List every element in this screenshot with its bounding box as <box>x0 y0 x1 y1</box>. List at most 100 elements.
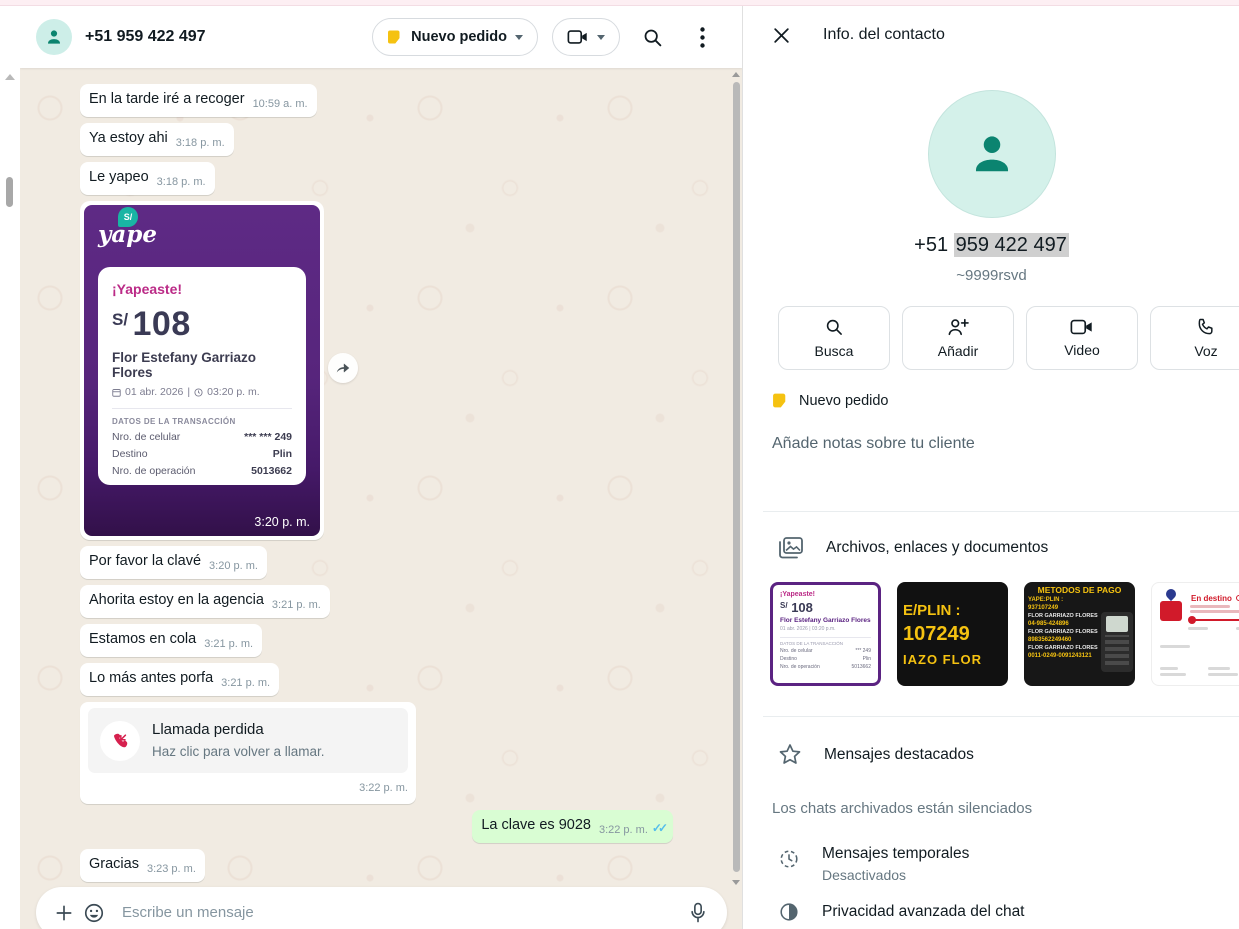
message-text: En la tarde iré a recoger <box>89 91 245 107</box>
divider <box>763 511 1239 512</box>
search-icon <box>824 317 844 337</box>
media-thumb-yape-receipt[interactable]: ¡Yapeaste! S/ 108 Flor Estefany Garriazo… <box>770 582 881 686</box>
message-time: 3:18 p. m. <box>157 176 206 188</box>
panel-title: Info. del contacto <box>823 26 945 44</box>
scroll-up-arrow[interactable] <box>5 74 15 80</box>
receipt-section-title: DATOS DE LA TRANSACCIÓN <box>112 417 292 426</box>
call-back-button[interactable]: Llamada perdida Haz clic para volver a l… <box>88 708 408 773</box>
message-bubble[interactable]: Ya estoy ahi 3:18 p. m. <box>80 123 234 156</box>
missed-call-message: Llamada perdida Haz clic para volver a l… <box>80 702 416 804</box>
add-contact-button[interactable]: Añadir <box>902 306 1014 370</box>
chat-header: +51 959 422 497 Nuevo pedido <box>20 6 742 68</box>
message-time: 3:21 p. m. <box>221 677 270 689</box>
video-camera-icon <box>1070 318 1094 336</box>
video-camera-icon <box>567 28 589 46</box>
message-composer <box>36 887 727 929</box>
divider <box>763 716 1239 717</box>
contact-avatar[interactable] <box>928 90 1056 218</box>
plus-icon <box>54 903 74 923</box>
chat-menu-button[interactable] <box>684 19 720 55</box>
contact-phone[interactable]: +51 959 422 497 <box>744 234 1239 257</box>
receipt-row: DestinoPlin <box>112 448 292 460</box>
message-bubble[interactable]: Lo más antes porfa 3:21 p. m. <box>80 663 279 696</box>
attach-button[interactable] <box>50 895 78 929</box>
customer-notes-field[interactable]: Añade notas sobre tu cliente <box>772 435 1239 453</box>
message-time: 3:22 p. m. <box>599 824 648 836</box>
message-bubble[interactable]: Por favor la clavé 3:20 p. m. <box>80 546 267 579</box>
voice-call-action-button[interactable]: Voz <box>1150 306 1239 370</box>
selected-text: 959 422 497 <box>954 233 1069 257</box>
location-pin-icon <box>1164 587 1178 601</box>
emoji-button[interactable] <box>78 895 110 929</box>
chevron-down-icon <box>597 35 605 40</box>
video-call-button[interactable] <box>552 18 620 56</box>
forward-message-button[interactable] <box>328 353 358 383</box>
clock-icon <box>194 388 203 397</box>
missed-call-title: Llamada perdida <box>152 720 325 739</box>
receipt-row: Nro. de celular*** *** 249 <box>112 431 292 443</box>
receipt-date: 01 abr. 2026| 03:20 p. m. <box>112 386 292 398</box>
media-thumb-payment-methods[interactable]: METODOS DE PAGO YAPE:PLIN : 937107249 FL… <box>1024 582 1135 686</box>
message-list: En la tarde iré a recoger 10:59 a. m. Ya … <box>20 68 735 888</box>
message-time: 3:22 p. m. <box>88 779 408 798</box>
voice-record-button[interactable] <box>683 895 713 929</box>
scroll-up-arrow[interactable] <box>732 72 740 77</box>
yape-receipt-image[interactable]: S/ yape ¡Yapeaste! S/ 108 Flor Estefany … <box>84 205 320 536</box>
label-icon <box>387 29 403 45</box>
receipt-row: Nro. de operación5013662 <box>112 465 292 477</box>
message-text: Gracias <box>89 856 139 872</box>
pos-terminal-graphic <box>1101 612 1133 672</box>
message-text: Le yapeo <box>89 169 149 185</box>
starred-messages-row[interactable]: Mensajes destacados <box>778 743 1239 766</box>
media-thumb-shipment-tracking[interactable]: En destino <box>1151 582 1239 686</box>
message-text: Ya estoy ahi <box>89 130 168 146</box>
forward-icon <box>335 361 351 375</box>
message-time: 3:18 p. m. <box>176 137 225 149</box>
message-bubble[interactable]: Ahorita estoy en la agencia 3:21 p. m. <box>80 585 330 618</box>
message-time: 3:23 p. m. <box>147 863 196 875</box>
search-in-chat-button[interactable] <box>634 19 670 55</box>
disappearing-messages-row[interactable]: Mensajes temporales Desactivados <box>778 845 1239 883</box>
chat-title[interactable]: +51 959 422 497 <box>85 28 206 46</box>
message-bubble[interactable]: Le yapeo 3:18 p. m. <box>80 162 215 195</box>
image-message[interactable]: S/ yape ¡Yapeaste! S/ 108 Flor Estefany … <box>80 201 324 540</box>
close-icon <box>772 26 791 45</box>
search-action-button[interactable]: Busca <box>778 306 890 370</box>
emoji-icon <box>83 902 105 924</box>
chat-list-scrollbar[interactable] <box>0 6 20 929</box>
avatar[interactable] <box>36 19 72 55</box>
scroll-down-arrow[interactable] <box>732 880 740 885</box>
order-label-row[interactable]: Nuevo pedido <box>772 392 1239 409</box>
message-bubble[interactable]: Estamos en cola3:21 p. m. <box>80 624 262 657</box>
message-bubble[interactable]: En la tarde iré a recoger 10:59 a. m. <box>80 84 317 117</box>
message-time: 3:20 p. m. <box>209 560 258 572</box>
receipt-greeting: ¡Yapeaste! <box>112 281 292 297</box>
close-panel-button[interactable] <box>769 17 793 53</box>
package-icon <box>1160 601 1182 621</box>
scrollbar-thumb[interactable] <box>733 82 740 872</box>
person-add-icon <box>946 317 970 337</box>
outgoing-message-bubble[interactable]: La clave es 90283:22 p. m.✓✓ <box>472 810 673 843</box>
chat-panel: +51 959 422 497 Nuevo pedido <box>20 6 743 929</box>
chat-scrollbar[interactable] <box>732 68 741 929</box>
kebab-menu-icon <box>700 27 705 48</box>
video-call-action-button[interactable]: Video <box>1026 306 1138 370</box>
message-bubble[interactable]: Gracias 3:23 p. m. <box>80 849 205 882</box>
message-text: Por favor la clavé <box>89 553 201 569</box>
privacy-icon <box>778 901 800 923</box>
message-text: Ahorita estoy en la agencia <box>89 592 264 608</box>
phone-icon <box>1196 317 1216 337</box>
message-input[interactable] <box>122 904 683 921</box>
message-text: Lo más antes porfa <box>89 670 213 686</box>
timer-icon <box>778 848 800 870</box>
contact-info-panel: Info. del contacto +51 959 422 497 ~9999… <box>744 6 1239 929</box>
contact-actions: Busca Añadir Video Voz <box>778 306 1239 370</box>
message-time: 10:59 a. m. <box>253 98 308 110</box>
advanced-chat-privacy-row[interactable]: Privacidad avanzada del chat <box>778 901 1239 923</box>
scrollbar-thumb[interactable] <box>6 177 13 207</box>
order-status-button[interactable]: Nuevo pedido <box>372 18 538 56</box>
media-section-button[interactable]: Archivos, enlaces y documentos <box>778 536 1239 560</box>
message-time: 3:21 p. m. <box>272 599 321 611</box>
media-thumb-plin-number[interactable]: E/PLIN : 107249 IAZO FLOR <box>897 582 1008 686</box>
chevron-down-icon <box>515 35 523 40</box>
